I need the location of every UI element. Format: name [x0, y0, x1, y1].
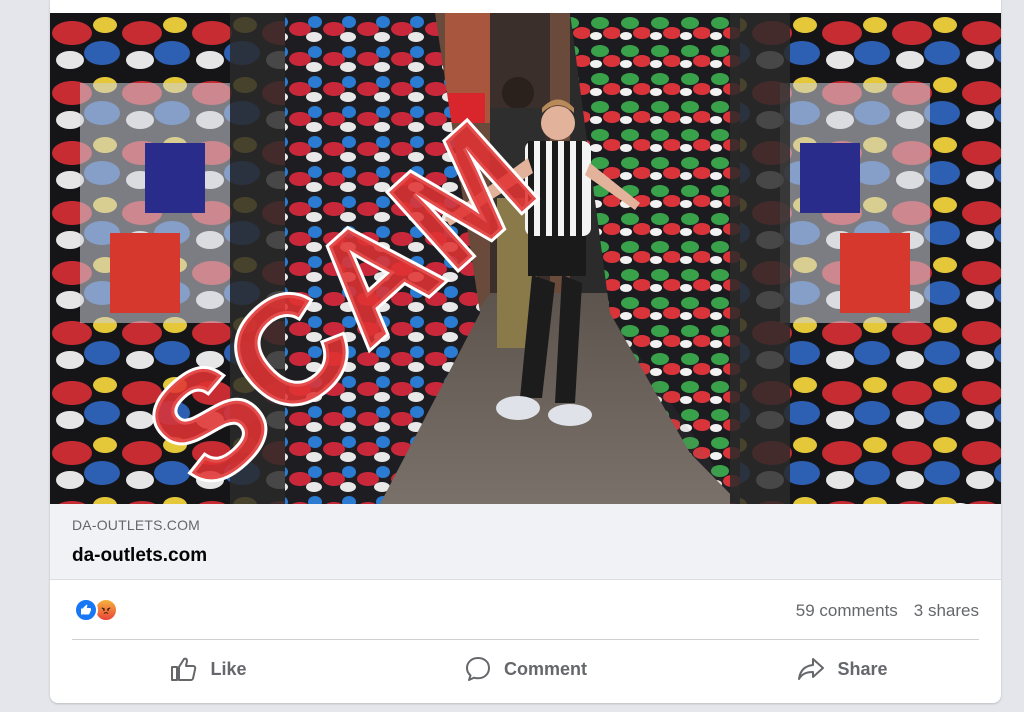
comment-icon [465, 657, 490, 681]
link-preview[interactable]: DA-OUTLETS.COM da-outlets.com [50, 504, 1001, 580]
share-label: Share [837, 658, 888, 679]
comments-count[interactable]: 59 comments [796, 601, 898, 621]
shoe-store-photo: SCAM [50, 13, 1001, 504]
like-label: Like [210, 658, 247, 679]
post-image[interactable]: SCAM i [50, 13, 1001, 504]
action-bar: Like Comment Share [50, 646, 1001, 692]
post-stats: 59 comments 3 shares [50, 580, 1001, 640]
share-icon [798, 658, 825, 680]
reaction-summary[interactable] [74, 598, 118, 622]
comment-label: Comment [503, 658, 587, 679]
comment-button[interactable]: Comment [367, 646, 684, 692]
share-button[interactable]: Share [684, 646, 1001, 692]
shares-count[interactable]: 3 shares [914, 601, 979, 621]
link-title[interactable]: da-outlets.com [72, 545, 207, 567]
thumbs-up-icon [171, 657, 197, 681]
post-card: SCAM i DA-OUTLETS.COM da-outlets.com [50, 0, 1001, 703]
link-domain: DA-OUTLETS.COM [72, 517, 201, 533]
divider [72, 639, 979, 640]
like-reaction-icon [74, 598, 98, 622]
like-button[interactable]: Like [50, 646, 367, 692]
